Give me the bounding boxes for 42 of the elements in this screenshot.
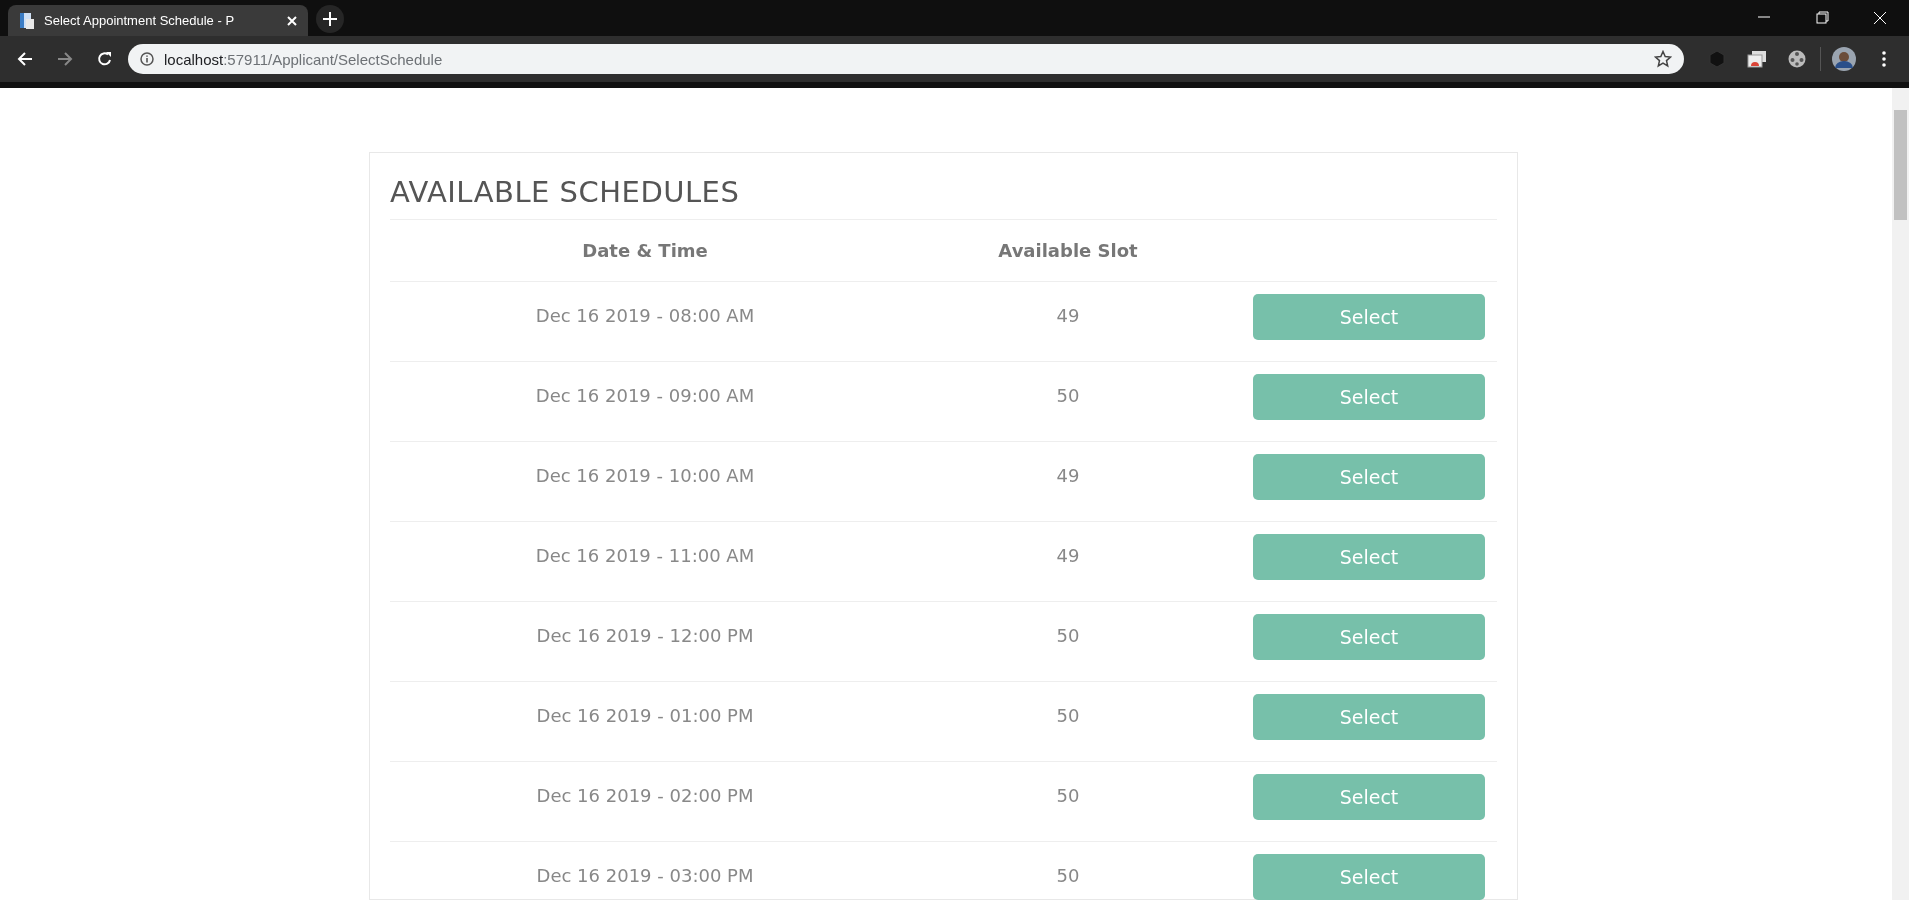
url-host: localhost — [164, 50, 224, 68]
menu-icon[interactable] — [1882, 51, 1886, 67]
close-icon[interactable] — [286, 14, 298, 27]
date-time-cell: Dec 16 2019 - 09:00 AM — [535, 385, 755, 406]
select-button[interactable]: Select — [1253, 533, 1485, 580]
select-button[interactable]: Select — [1253, 373, 1485, 420]
date-time-cell: Dec 16 2019 - 01:00 PM — [536, 705, 754, 726]
browser-tab[interactable]: Select Appointment Schedule - P — [8, 5, 308, 36]
date-time-cell: Dec 16 2019 - 11:00 AM — [535, 545, 755, 566]
select-button[interactable]: Select — [1253, 293, 1485, 340]
date-time-cell: Dec 16 2019 - 02:00 PM — [536, 785, 754, 806]
slot-count-cell: 50 — [1056, 385, 1080, 406]
column-header: Date & Time — [582, 240, 708, 261]
slot-count-cell: 49 — [1056, 465, 1080, 486]
select-button[interactable]: Select — [1253, 453, 1485, 500]
film-reel-icon[interactable] — [1787, 49, 1807, 69]
plus-icon[interactable] — [323, 12, 337, 26]
slot-count-cell: 49 — [1056, 305, 1080, 326]
select-button[interactable]: Select — [1253, 613, 1485, 660]
new-tab-button[interactable] — [316, 5, 344, 33]
slot-count-cell: 49 — [1056, 545, 1080, 566]
date-time-cell: Dec 16 2019 - 12:00 PM — [536, 625, 754, 646]
slot-count-cell: 50 — [1056, 785, 1080, 806]
slot-count-cell: 50 — [1056, 625, 1080, 646]
info-icon[interactable] — [140, 52, 154, 66]
date-time-cell: Dec 16 2019 - 03:00 PM — [536, 865, 754, 886]
windows-icon[interactable] — [1747, 50, 1767, 68]
avatar-icon[interactable] — [1832, 47, 1856, 71]
address-bar[interactable]: localhost:57911/Applicant/SelectSchedule — [128, 44, 1684, 74]
star-icon[interactable] — [1654, 50, 1672, 68]
document-icon — [18, 11, 36, 30]
select-button[interactable]: Select — [1253, 693, 1485, 740]
card-title: AVAILABLE SCHEDULES — [390, 165, 1497, 220]
select-button[interactable]: Select — [1253, 773, 1485, 820]
tab-title: Select Appointment Schedule - P — [44, 13, 236, 28]
date-time-cell: Dec 16 2019 - 10:00 AM — [535, 465, 755, 486]
url-path: :57911/Applicant/SelectSchedule — [223, 50, 443, 68]
slot-count-cell: 50 — [1056, 865, 1080, 886]
select-button[interactable]: Select — [1253, 853, 1485, 900]
column-header: Available Slot — [998, 240, 1138, 261]
slot-count-cell: 50 — [1056, 705, 1080, 726]
date-time-cell: Dec 16 2019 - 08:00 AM — [535, 305, 755, 326]
